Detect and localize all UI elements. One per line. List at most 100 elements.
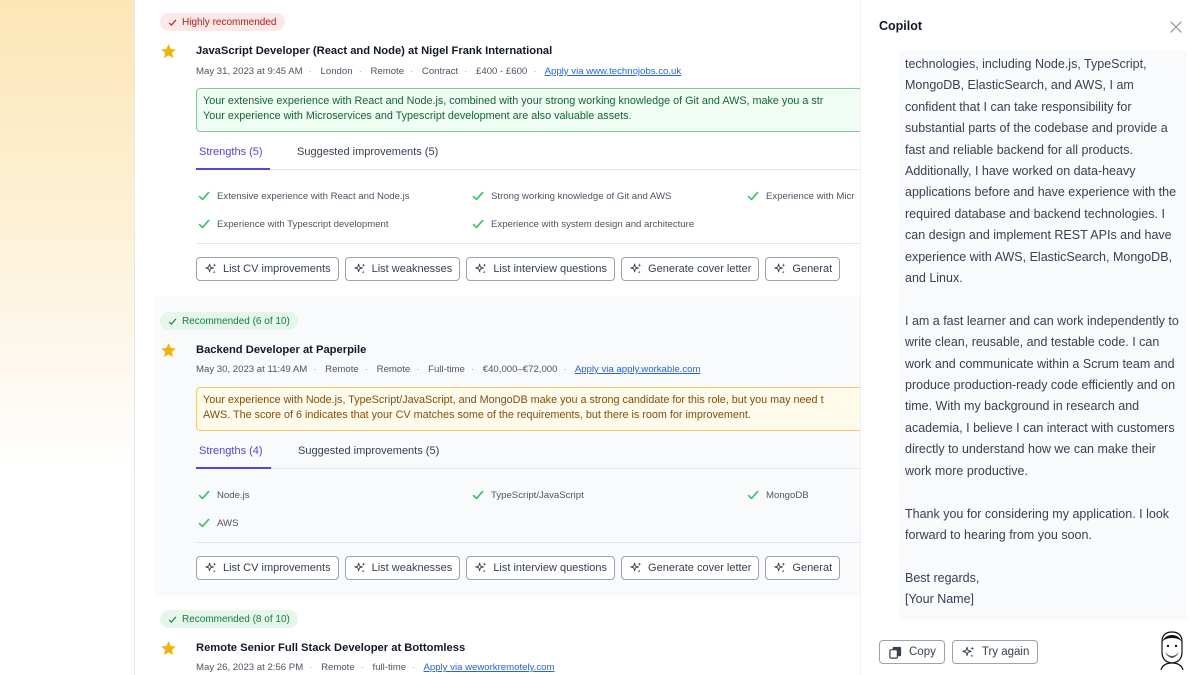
generate-cover-letter-button[interactable]: Generate cover letter	[621, 257, 760, 281]
sparkle-icon	[773, 561, 787, 575]
star-icon[interactable]	[160, 640, 177, 657]
copilot-response[interactable]: technologies, including Node.js, TypeScr…	[899, 50, 1187, 620]
avatar[interactable]	[1157, 630, 1187, 670]
tab-bar: Strengths (4) Suggested improvements (5)	[196, 445, 860, 469]
sign-off: Best regards,	[905, 570, 980, 585]
list-weaknesses-button[interactable]: List weaknesses	[344, 556, 461, 580]
star-icon[interactable]	[160, 342, 177, 359]
summary-line: Your extensive experience with React and…	[203, 95, 824, 107]
check-icon	[472, 218, 484, 230]
salary: €40,000–€72,000	[482, 364, 558, 375]
copilot-panel: Copilot technologies, including Node.js,…	[860, 0, 1200, 675]
summary-line: Your experience with Node.js, TypeScript…	[203, 394, 824, 406]
match-summary: Your extensive experience with React and…	[196, 88, 860, 132]
job-meta: May 31, 2023 at 9:45 AM · London · Remote ·…	[196, 66, 682, 77]
copilot-actions: Copy Try again	[879, 640, 1039, 664]
strength-label: Node.js	[217, 489, 250, 501]
tab-strengths[interactable]: Strengths (5)	[196, 146, 270, 170]
job-title[interactable]: Remote Senior Full Stack Developer at Bo…	[196, 642, 465, 654]
generate-button[interactable]: Generat	[765, 556, 841, 580]
response-paragraph: technologies, including Node.js, TypeScr…	[905, 57, 1177, 286]
check-icon	[747, 190, 759, 202]
summary-line: Your experience with Microservices and T…	[203, 110, 632, 122]
check-icon	[472, 489, 484, 501]
check-icon	[198, 218, 210, 230]
work-mode: Remote	[376, 364, 411, 375]
strength-item: Extensive experience with React and Node…	[198, 190, 410, 202]
button-label: Generat	[792, 562, 833, 574]
recommendation-badge: Recommended (8 of 10)	[160, 610, 298, 628]
list-interview-questions-button[interactable]: List interview questions	[466, 257, 616, 281]
sparkle-icon	[353, 262, 367, 276]
strength-item: Experience with Typescript development	[198, 218, 389, 230]
sparkle-icon	[474, 561, 488, 575]
work-mode: Remote	[321, 662, 355, 673]
tab-strengths[interactable]: Strengths (4)	[196, 445, 271, 469]
generate-cover-letter-button[interactable]: Generate cover letter	[621, 556, 760, 580]
strength-item: Node.js	[198, 489, 250, 501]
posted-date: May 30, 2023 at 11:49 AM	[196, 364, 308, 375]
strength-label: Extensive experience with React and Node…	[217, 190, 410, 202]
list-weaknesses-button[interactable]: List weaknesses	[344, 257, 461, 281]
list-interview-questions-button[interactable]: List interview questions	[466, 556, 616, 580]
sparkle-icon	[773, 262, 787, 276]
sparkle-icon	[961, 645, 976, 660]
strength-label: Experience with Typescript development	[217, 218, 389, 230]
tab-suggested-improvements[interactable]: Suggested improvements (5)	[298, 445, 439, 469]
button-label: List weaknesses	[371, 263, 453, 275]
location: Remote	[325, 364, 359, 375]
check-icon	[472, 190, 484, 202]
strength-label: Strong working knowledge of Git and AWS	[491, 190, 672, 202]
tab-bar: Strengths (5) Suggested improvements (5)	[196, 146, 860, 170]
button-label: List weaknesses	[371, 562, 453, 574]
strength-item: MongoDB	[747, 489, 809, 501]
response-paragraph: I am a fast learner and can work indepen…	[905, 313, 1179, 478]
job-list: Highly recommended JavaScript Developer …	[135, 0, 860, 675]
tab-suggested-improvements[interactable]: Suggested improvements (5)	[297, 146, 438, 170]
sparkle-icon	[629, 262, 643, 276]
button-label: List CV improvements	[223, 263, 331, 275]
job-card: Recommended (6 of 10) Backend Developer …	[154, 296, 860, 596]
location: London	[320, 66, 353, 77]
check-icon	[198, 190, 210, 202]
salary: £400 - £600	[476, 66, 528, 77]
check-icon	[168, 616, 177, 623]
job-card: Recommended (8 of 10) Remote Senior Full…	[154, 596, 860, 675]
left-sidebar-backdrop	[0, 0, 135, 675]
job-title[interactable]: JavaScript Developer (React and Node) at…	[196, 45, 552, 57]
strength-label: AWS	[217, 517, 239, 529]
list-cv-improvements-button[interactable]: List CV improvements	[196, 257, 339, 281]
copy-button[interactable]: Copy	[879, 640, 945, 664]
copilot-title: Copilot	[879, 19, 923, 33]
strength-label: Experience with Micr	[766, 190, 855, 202]
ai-action-bar: List CV improvements List weaknesses Lis…	[196, 257, 841, 281]
apply-link[interactable]: Apply via weworkremotely.com	[423, 662, 554, 673]
signature-placeholder: [Your Name]	[905, 592, 975, 607]
sparkle-icon	[474, 262, 488, 276]
close-icon[interactable]	[1168, 19, 1184, 35]
button-label: Generate cover letter	[648, 263, 752, 275]
employment-type: Full-time	[428, 364, 465, 375]
button-label: List interview questions	[493, 562, 608, 574]
sparkle-icon	[204, 561, 218, 575]
list-cv-improvements-button[interactable]: List CV improvements	[196, 556, 339, 580]
job-meta: May 26, 2023 at 2:56 PM · Remote · full-ti…	[196, 662, 555, 673]
badge-label: Highly recommended	[182, 16, 277, 28]
star-icon[interactable]	[160, 43, 177, 60]
job-meta: May 30, 2023 at 11:49 AM · Remote · Remote…	[196, 364, 701, 375]
strength-item: Strong working knowledge of Git and AWS	[472, 190, 671, 202]
apply-link[interactable]: Apply via apply.workable.com	[575, 364, 701, 375]
button-label: List interview questions	[493, 263, 608, 275]
strength-item: Experience with Micr	[747, 190, 855, 202]
try-again-button[interactable]: Try again	[951, 640, 1039, 664]
check-icon	[198, 489, 210, 501]
job-title[interactable]: Backend Developer at Paperpile	[196, 344, 366, 356]
button-label: List CV improvements	[223, 562, 331, 574]
apply-link[interactable]: Apply via www.technojobs.co.uk	[545, 66, 682, 77]
button-label: Try again	[981, 646, 1030, 658]
badge-label: Recommended (6 of 10)	[182, 315, 290, 327]
generate-button[interactable]: Generat	[765, 257, 841, 281]
employment-type: full-time	[372, 662, 407, 673]
strength-item: Experience with system design and archit…	[472, 218, 694, 230]
sparkle-icon	[353, 561, 367, 575]
